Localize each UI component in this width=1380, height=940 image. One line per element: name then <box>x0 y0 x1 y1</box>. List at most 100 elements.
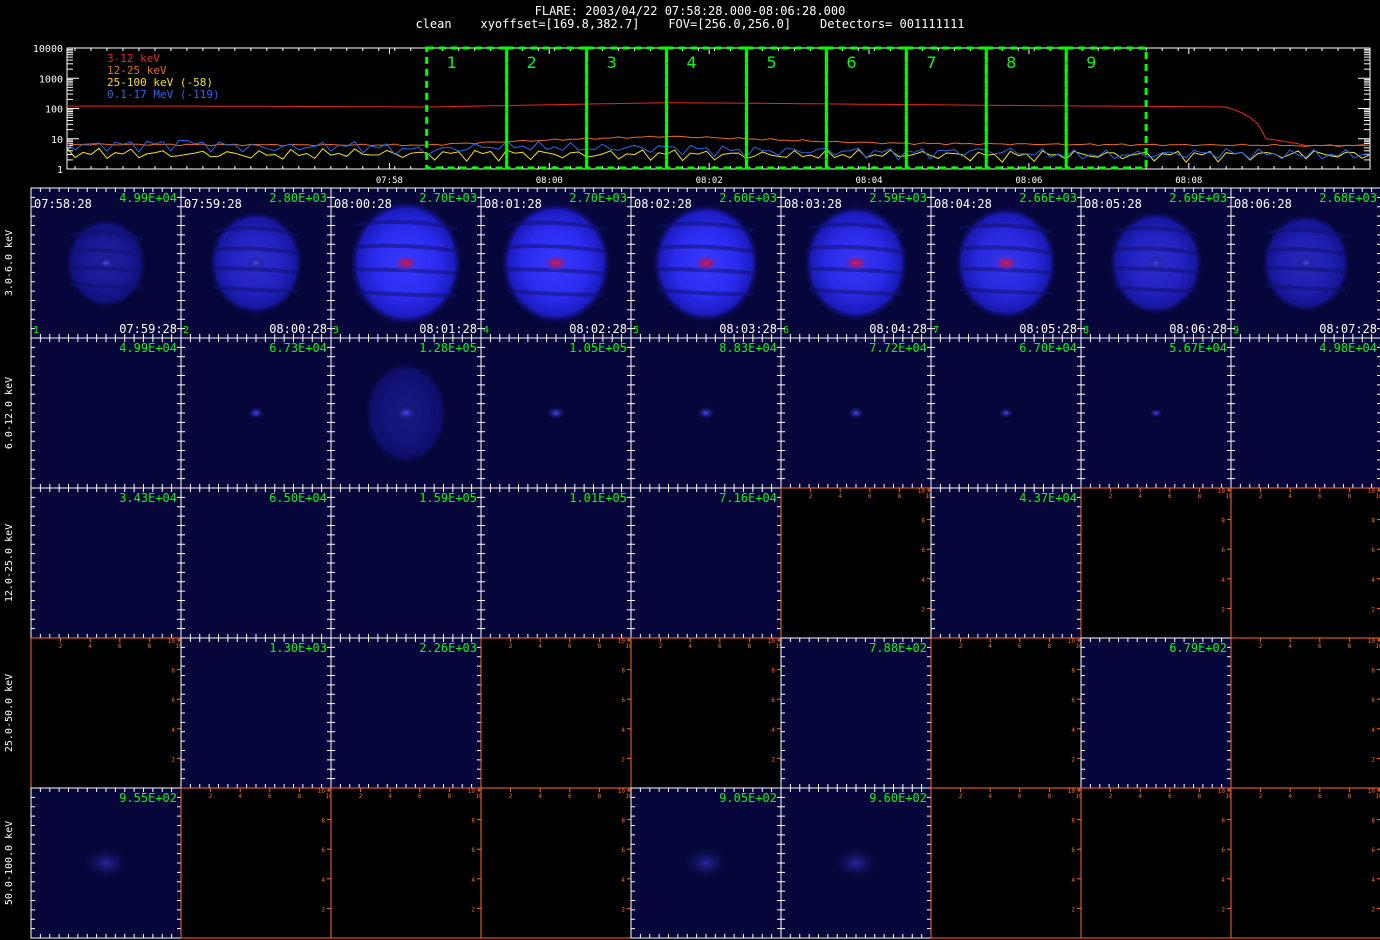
peak-counts-label: 2.68E+03 <box>1319 191 1377 205</box>
flare-chart: 10000 1000 100 10 1 07:58 08:00 08:02 08:04 08:06… <box>30 44 1380 939</box>
empty-cell-background <box>781 488 931 638</box>
image-cell: 6.73E+04 <box>180 337 332 489</box>
peak-counts-label: 1.05E+05 <box>569 341 627 355</box>
peak-counts-label: 1.01E+05 <box>569 491 627 505</box>
empty-axis-label: 4 <box>1221 577 1225 584</box>
image-cell: 9.05E+02 <box>630 787 782 939</box>
peak-counts-label: 8.83E+04 <box>719 341 777 355</box>
empty-axis-label: 4 <box>1288 643 1292 650</box>
empty-axis-label: 6 <box>1221 847 1225 854</box>
image-cell: 7.72E+04 <box>780 337 932 489</box>
x-tick-label: 08:04 <box>856 176 883 186</box>
peak-counts-label: 9.55E+02 <box>119 791 177 805</box>
empty-axis-label: 8 <box>1348 793 1352 800</box>
empty-axis-label: 8 <box>321 818 325 825</box>
empty-axis-label: 10 <box>1368 788 1376 795</box>
empty-axis-label: 2 <box>771 756 775 763</box>
empty-axis-label: 8 <box>598 643 602 650</box>
image-cell: 5.67E+04 <box>1080 337 1232 489</box>
empty-axis-label: 6 <box>718 643 722 650</box>
image-grid: 4.99E+04 07:58:28 07:59:28 1 2.80E+03 07:59:2… <box>30 187 1380 939</box>
empty-axis-label: 6 <box>1371 547 1375 554</box>
empty-axis-label: 4 <box>538 643 542 650</box>
flare-core <box>993 255 1019 271</box>
empty-axis-label: 10 <box>168 638 176 645</box>
flare-core <box>246 406 266 420</box>
empty-axis-label: 4 <box>1288 793 1292 800</box>
empty-axis-label: 8 <box>621 668 625 675</box>
empty-axis-label: 10 <box>1375 793 1380 800</box>
image-cell: 7.88E+02 <box>780 637 932 789</box>
interval-number: 5 <box>766 53 776 72</box>
empty-axis-label: 2 <box>359 793 363 800</box>
empty-axis-label: 2 <box>921 606 925 613</box>
interval-box <box>744 46 828 170</box>
empty-axis-label: 6 <box>118 643 122 650</box>
image-cell: 1.30E+03 <box>180 637 332 789</box>
flare-core <box>843 255 869 271</box>
peak-counts-label: 7.88E+02 <box>869 641 927 655</box>
empty-axis-label: 6 <box>568 793 572 800</box>
empty-axis-label: 2 <box>621 756 625 763</box>
empty-axis-label: 2 <box>659 643 663 650</box>
empty-axis-label: 4 <box>1071 877 1075 884</box>
flare-core <box>696 406 716 420</box>
empty-axis-label: 6 <box>268 793 272 800</box>
empty-axis-label: 10 <box>318 788 326 795</box>
x-tick-label: 08:00 <box>536 176 563 186</box>
image-background <box>1231 338 1380 488</box>
image-cell: 1.28E+05 <box>330 337 482 489</box>
flare-core <box>81 845 131 881</box>
empty-axis-label: 10 <box>1375 643 1380 650</box>
image-background <box>931 488 1081 638</box>
image-cell: 4.98E+04 <box>1230 337 1380 489</box>
image-cell: 224466881010 <box>480 637 633 789</box>
image-cell: 224466881010 <box>630 637 783 789</box>
peak-counts-label: 7.72E+04 <box>869 341 927 355</box>
empty-axis-label: 10 <box>1368 488 1376 495</box>
empty-axis-label: 8 <box>471 818 475 825</box>
series-line-0 <box>67 102 1370 146</box>
empty-axis-label: 2 <box>959 643 963 650</box>
image-cell: 7.16E+04 <box>630 487 782 639</box>
empty-cell-background <box>181 788 331 938</box>
image-cell: 4.99E+04 07:58:28 07:59:28 1 <box>30 187 182 339</box>
flare-core <box>393 404 419 422</box>
empty-axis-label: 4 <box>1138 493 1142 500</box>
x-tick-label: 08:08 <box>1175 176 1202 186</box>
empty-cell-background <box>1231 788 1380 938</box>
empty-cell-background <box>481 788 631 938</box>
empty-axis-label: 6 <box>868 493 872 500</box>
empty-axis-label: 2 <box>171 756 175 763</box>
empty-axis-label: 8 <box>1198 493 1202 500</box>
image-cell: 8.83E+04 <box>630 337 782 489</box>
image-cell: 2.59E+03 08:03:28 08:04:28 6 <box>780 187 932 339</box>
flare-core <box>693 255 719 271</box>
interval-number: 8 <box>1006 53 1016 72</box>
energy-band-label: 6.0-12.0 keV <box>4 376 15 450</box>
empty-axis-label: 2 <box>1259 493 1263 500</box>
empty-cell-background <box>1081 488 1231 638</box>
empty-axis-label: 8 <box>448 793 452 800</box>
empty-axis-label: 8 <box>748 643 752 650</box>
peak-counts-label: 9.05E+02 <box>719 791 777 805</box>
empty-axis-label: 8 <box>148 643 152 650</box>
empty-axis-label: 2 <box>1071 756 1075 763</box>
empty-axis-label: 6 <box>1168 493 1172 500</box>
flare-core <box>543 255 569 271</box>
flare-core <box>831 845 881 881</box>
peak-counts-label: 7.16E+04 <box>719 491 777 505</box>
interval-index: 8 <box>1083 325 1089 336</box>
empty-axis-label: 6 <box>171 697 175 704</box>
empty-axis-label: 4 <box>988 793 992 800</box>
empty-axis-label: 8 <box>1048 793 1052 800</box>
image-background <box>1081 638 1231 788</box>
empty-axis-label: 6 <box>1371 847 1375 854</box>
empty-axis-label: 6 <box>568 643 572 650</box>
empty-cell-background <box>1231 488 1380 638</box>
empty-cell-background <box>1231 638 1380 788</box>
peak-counts-label: 3.43E+04 <box>119 491 177 505</box>
image-cell: 224466881010 <box>330 787 483 939</box>
empty-axis-label: 4 <box>838 493 842 500</box>
flare-core <box>1148 407 1164 419</box>
